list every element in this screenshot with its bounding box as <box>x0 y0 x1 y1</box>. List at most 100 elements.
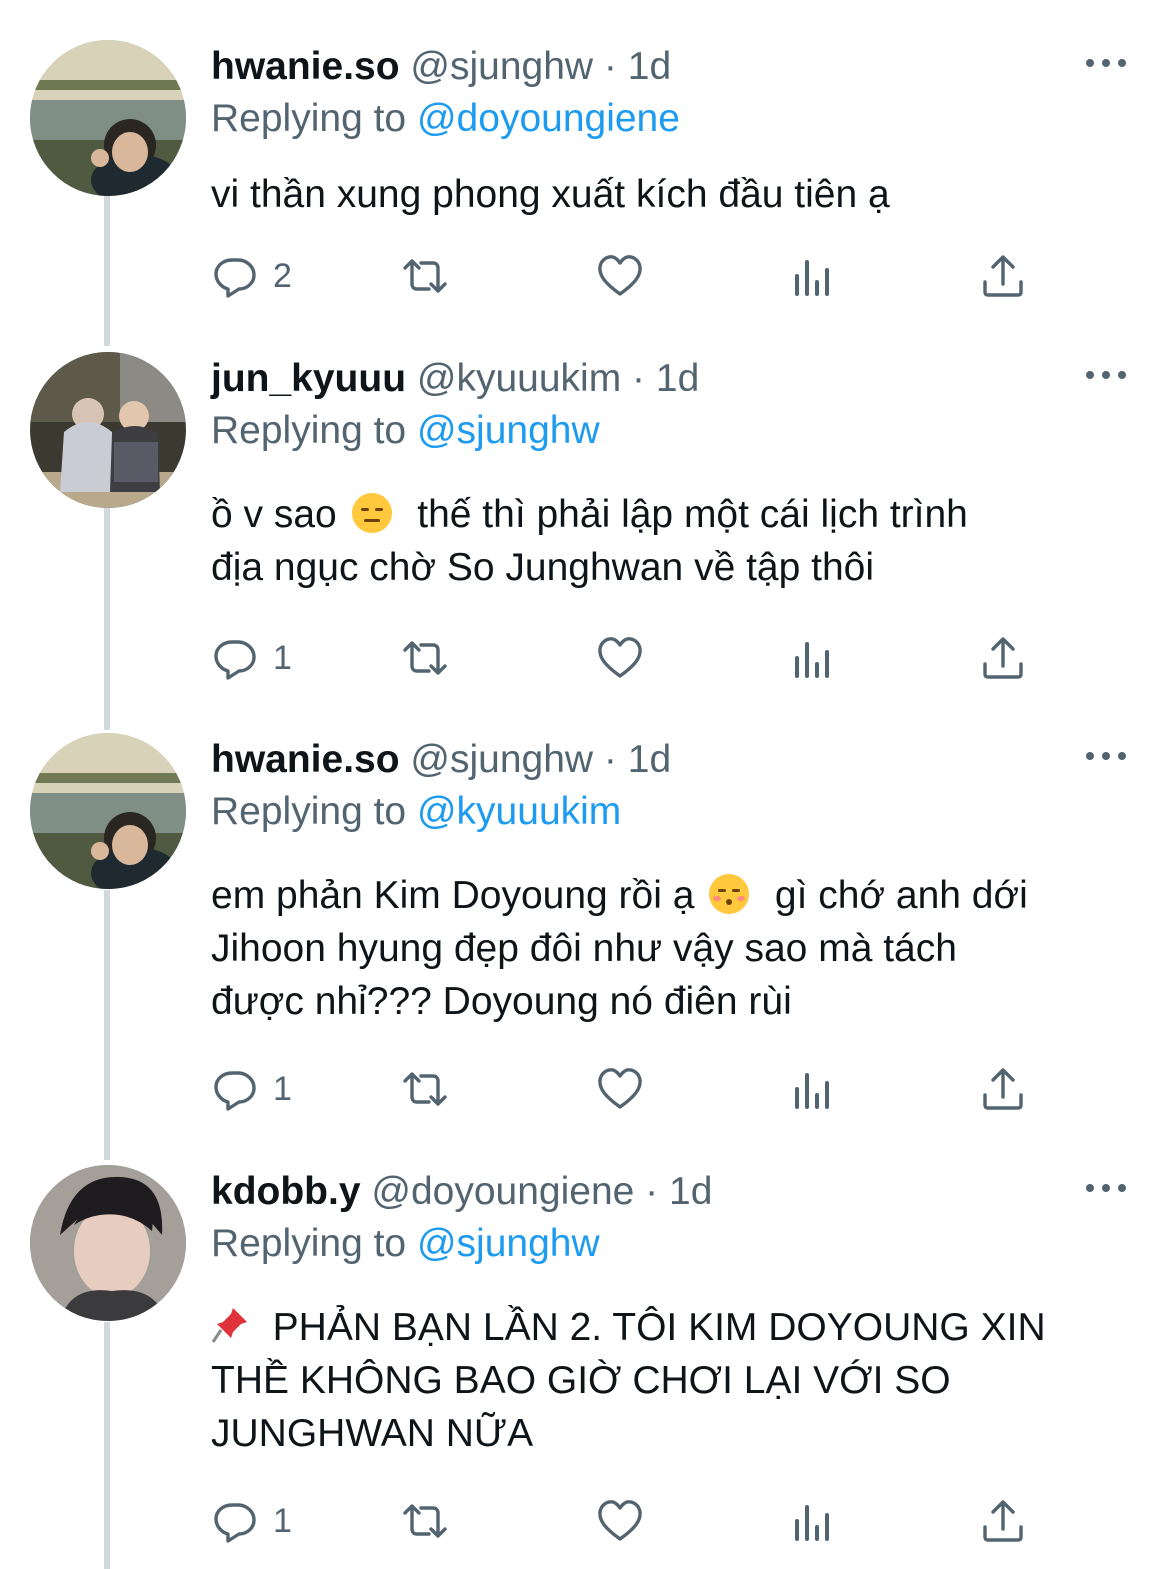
replying-to-label: Replying to <box>211 97 407 140</box>
share-button[interactable] <box>979 1493 1027 1549</box>
tweet-text-part: PHẢN BẠN LẦN 2. TÔI KIM DOYOUNG XIN THỀ … <box>211 1306 1046 1455</box>
analytics-icon <box>795 1505 829 1541</box>
analytics-icon <box>795 642 829 678</box>
reply-icon <box>214 640 256 680</box>
views-button[interactable] <box>789 630 837 686</box>
action-bar: 1 <box>211 630 1041 686</box>
heart-icon <box>598 1068 642 1109</box>
replying-to-label: Replying to <box>211 1222 407 1265</box>
like-button[interactable] <box>596 248 644 304</box>
tweet-text: ồ v sao thế thì phải lập một cái lịch tr… <box>211 488 1131 594</box>
reply-button[interactable]: 2 <box>211 248 292 304</box>
retweet-button[interactable] <box>401 1061 449 1117</box>
separator-dot: · <box>632 357 646 400</box>
heart-icon <box>598 255 642 296</box>
replying-to-mention[interactable]: @sjunghw <box>417 409 600 452</box>
avatar[interactable] <box>30 352 186 508</box>
reply-count: 2 <box>273 256 292 295</box>
avatar-photo <box>30 40 186 196</box>
avatar-photo <box>30 352 186 508</box>
replying-to: Replying to @doyoungiene <box>211 94 680 144</box>
views-button[interactable] <box>789 1493 837 1549</box>
retweet-icon <box>403 259 447 293</box>
user-handle[interactable]: @sjunghw <box>410 738 593 781</box>
avatar[interactable] <box>30 1165 186 1321</box>
tweet[interactable]: jun_kyuuu @kyuuukim · 1d Replying to @sj… <box>0 352 1170 724</box>
share-button[interactable] <box>979 248 1027 304</box>
reply-button[interactable]: 1 <box>211 630 292 686</box>
separator-dot: · <box>603 738 617 781</box>
more-icon[interactable] <box>1086 1173 1126 1203</box>
tweet-header: kdobb.y @doyoungiene · 1d <box>211 1167 1110 1217</box>
replying-to-mention[interactable]: @sjunghw <box>417 1222 600 1265</box>
smiling-face-emoji-icon <box>351 493 392 533</box>
tweet-text: PHẢN BẠN LẦN 2. TÔI KIM DOYOUNG XIN THỀ … <box>211 1301 1131 1460</box>
views-button[interactable] <box>789 248 837 304</box>
replying-to-label: Replying to <box>211 409 407 452</box>
separator-dot: · <box>645 1170 659 1213</box>
more-icon[interactable] <box>1086 360 1126 390</box>
reply-count: 1 <box>273 1069 292 1108</box>
reply-icon <box>214 258 256 298</box>
heart-icon <box>598 1500 642 1541</box>
tweet[interactable]: hwanie.so @sjunghw · 1d Replying to @kyu… <box>0 733 1170 1153</box>
tweet-header: hwanie.so @sjunghw · 1d <box>211 735 1110 785</box>
replying-to-mention[interactable]: @kyuuukim <box>417 790 621 833</box>
more-icon[interactable] <box>1086 741 1126 771</box>
reply-icon <box>214 1071 256 1111</box>
retweet-button[interactable] <box>401 248 449 304</box>
share-icon <box>983 1500 1023 1542</box>
tweet-text-part: ồ v sao <box>211 493 348 536</box>
timestamp[interactable]: 1d <box>628 738 671 781</box>
reply-button[interactable]: 1 <box>211 1061 292 1117</box>
replying-to-mention[interactable]: @doyoungiene <box>417 97 680 140</box>
avatar[interactable] <box>30 733 186 889</box>
display-name[interactable]: kdobb.y <box>211 1170 361 1213</box>
like-button[interactable] <box>596 630 644 686</box>
timestamp[interactable]: 1d <box>669 1170 712 1213</box>
tweet-text: vi thần xung phong xuất kích đầu tiên ạ <box>211 168 1131 221</box>
reply-count: 1 <box>273 638 292 677</box>
retweet-button[interactable] <box>401 630 449 686</box>
display-name[interactable]: hwanie.so <box>211 45 400 88</box>
heart-icon <box>598 637 642 678</box>
user-handle[interactable]: @doyoungiene <box>371 1170 634 1213</box>
replying-to-label: Replying to <box>211 790 407 833</box>
display-name[interactable]: jun_kyuuu <box>211 357 406 400</box>
reply-button[interactable]: 1 <box>211 1493 292 1549</box>
kissing-face-emoji-icon <box>709 874 750 914</box>
tweet-text-part: vi thần xung phong xuất kích đầu tiên ạ <box>211 173 890 216</box>
more-icon[interactable] <box>1086 48 1126 78</box>
tweet-header: hwanie.so @sjunghw · 1d <box>211 42 1110 92</box>
tweet-header: jun_kyuuu @kyuuukim · 1d <box>211 354 1110 404</box>
retweet-button[interactable] <box>401 1493 449 1549</box>
share-icon <box>983 255 1023 297</box>
user-handle[interactable]: @sjunghw <box>410 45 593 88</box>
user-handle[interactable]: @kyuuukim <box>417 357 621 400</box>
like-button[interactable] <box>596 1493 644 1549</box>
timestamp[interactable]: 1d <box>656 357 699 400</box>
display-name[interactable]: hwanie.so <box>211 738 400 781</box>
reply-icon <box>214 1503 256 1543</box>
action-bar: 2 <box>211 248 1041 304</box>
action-bar: 1 <box>211 1061 1041 1117</box>
avatar-photo <box>30 733 186 889</box>
views-button[interactable] <box>789 1061 837 1117</box>
tweet-text: em phản Kim Doyoung rồi ạ gì chớ anh dới… <box>211 869 1131 1028</box>
retweet-icon <box>403 641 447 675</box>
reply-count: 1 <box>273 1501 292 1540</box>
share-button[interactable] <box>979 630 1027 686</box>
separator-dot: · <box>603 45 617 88</box>
tweet[interactable]: kdobb.y @doyoungiene · 1d Replying to @s… <box>0 1165 1170 1569</box>
tweet[interactable]: hwanie.so @sjunghw · 1d Replying to @doy… <box>0 40 1170 340</box>
avatar-photo <box>30 1165 186 1321</box>
analytics-icon <box>795 260 829 296</box>
avatar[interactable] <box>30 40 186 196</box>
timestamp[interactable]: 1d <box>628 45 671 88</box>
retweet-icon <box>403 1072 447 1106</box>
like-button[interactable] <box>596 1061 644 1117</box>
analytics-icon <box>795 1073 829 1109</box>
tweet-text-part: em phản Kim Doyoung rồi ạ <box>211 874 706 917</box>
replying-to: Replying to @sjunghw <box>211 406 600 456</box>
share-button[interactable] <box>979 1061 1027 1117</box>
